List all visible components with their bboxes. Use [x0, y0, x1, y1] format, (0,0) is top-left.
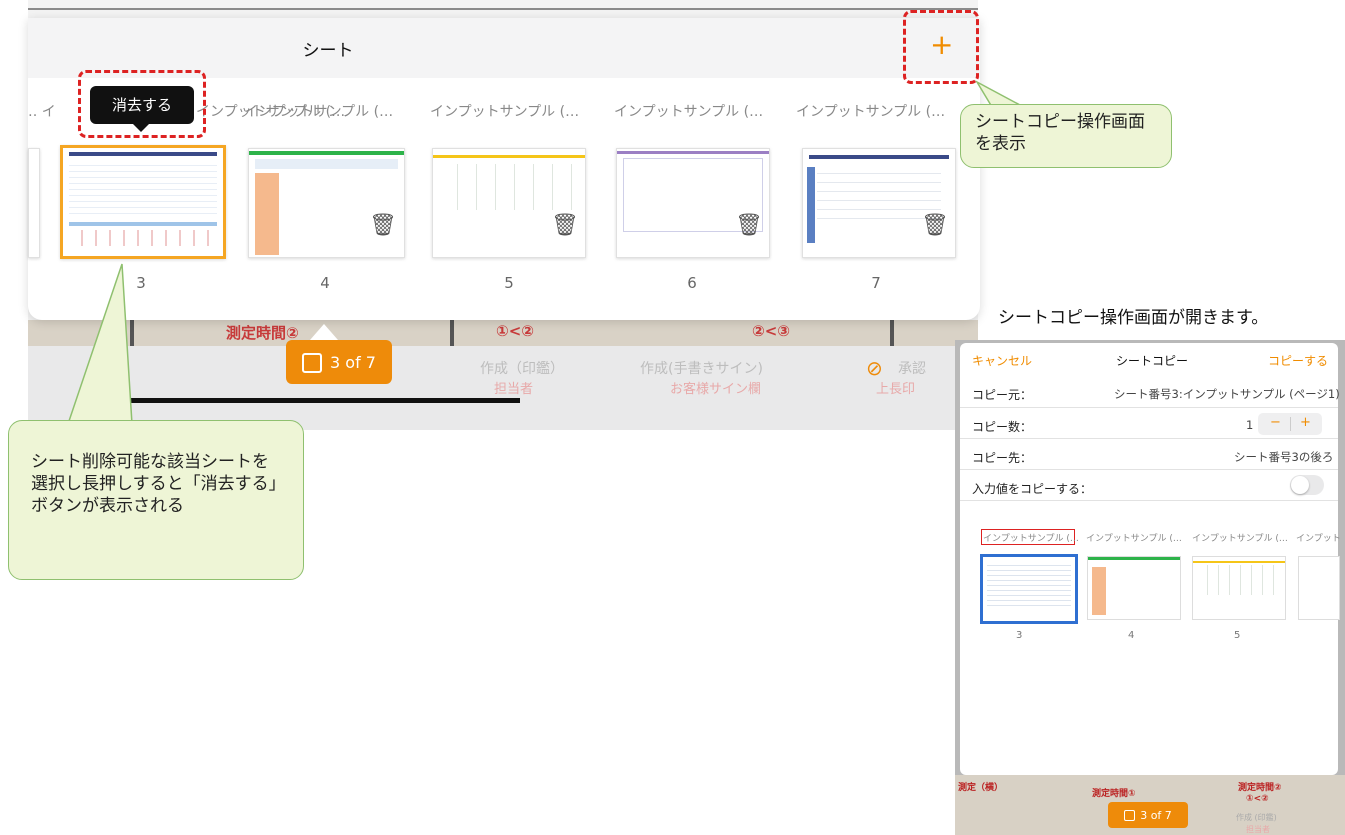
- bg-cell-label: 測定時間①: [1092, 789, 1136, 799]
- copy-sheet-thumbnail[interactable]: [1087, 556, 1181, 620]
- sheet-label: ‥ イ: [28, 104, 56, 120]
- sheets-icon: [1124, 809, 1136, 821]
- delete-sheet-button[interactable]: 消去する: [90, 86, 194, 124]
- copy-sheet-number: 4: [1128, 630, 1135, 641]
- tooltip-arrow: [132, 123, 150, 132]
- delete-disabled-icon: 🗑: [921, 213, 949, 238]
- counter-pointer: [310, 320, 338, 340]
- thumb-side-column: [255, 173, 279, 255]
- copy-destination-value: シート番号3の後ろ: [1234, 450, 1334, 464]
- toggle-knob: [1291, 476, 1309, 494]
- copy-count-value: 1: [1246, 418, 1254, 432]
- cancel-button[interactable]: キャンセル: [972, 352, 1032, 369]
- stepper-divider: [1290, 417, 1291, 431]
- sheet-label: インプットサンプル (…: [244, 104, 394, 120]
- background-cell-label: ②<③: [752, 322, 790, 340]
- background-gridline: [28, 8, 978, 10]
- sheet-panel-title: シート: [302, 41, 354, 61]
- copy-count-label: コピー数：: [972, 420, 1033, 434]
- thumb-row: [255, 159, 398, 169]
- thumb-header-bar: [69, 152, 217, 156]
- bg-footer-text: 作成 (印鑑): [1236, 813, 1277, 822]
- copy-sheet-thumbnail-selected[interactable]: [980, 554, 1078, 624]
- footer-col-sub: 担当者: [494, 382, 534, 397]
- copy-sheet-label: インプットサンプル (…: [1192, 534, 1288, 544]
- copy-sheet-label: インプット: [1296, 534, 1341, 544]
- sheet-label: インプットサンプル (…: [796, 104, 946, 120]
- copy-dialog-title: シートコピー: [1116, 354, 1189, 368]
- copy-sheet-label: インプットサンプル (…: [1086, 534, 1182, 544]
- sheets-icon: [302, 353, 323, 373]
- thumb-grid: [69, 160, 217, 218]
- thumb-header-bar: [809, 155, 949, 159]
- delete-disabled-icon: 🗑: [735, 213, 763, 238]
- sheet-number: 4: [320, 274, 330, 292]
- sheet-thumbnail[interactable]: [28, 148, 40, 258]
- sheet-label: インプットサンプル (…: [614, 104, 764, 120]
- copy-sheet-number: 3: [1016, 630, 1023, 641]
- thumb-grid: [987, 561, 1071, 609]
- copy-source-value: シート番号3:インプットサンプル (ページ1): [1114, 387, 1340, 401]
- stepper-plus[interactable]: +: [1300, 415, 1311, 430]
- copy-values-label: 入力値をコピーする：: [972, 482, 1093, 496]
- delete-disabled-icon: 🗑: [551, 213, 579, 238]
- sheet-thumbnail[interactable]: 🗑: [802, 148, 956, 258]
- copy-count-stepper[interactable]: − +: [1258, 413, 1322, 435]
- thumb-grid: [1197, 565, 1281, 595]
- copy-screen-note: シートコピー操作画面が開きます。: [998, 308, 1269, 328]
- thumb-grid: [439, 164, 579, 210]
- bg-cell-label: 測定時間②: [1238, 783, 1282, 793]
- background-cell-label: ①<②: [496, 322, 534, 340]
- sheet-thumbnail[interactable]: 🗑: [248, 148, 405, 258]
- copy-screen-counter-label: 3 of 7: [1140, 808, 1172, 822]
- copy-sheet-thumbnail[interactable]: [1192, 556, 1286, 620]
- bg-footer-text: 担当者: [1246, 825, 1270, 834]
- copy-hint-callout: シートコピー操作画面を表示: [960, 104, 1172, 168]
- copy-destination-label: コピー先：: [972, 451, 1033, 465]
- background-cell-divider: [450, 320, 454, 346]
- sheet-thumbnail-selected[interactable]: [60, 145, 226, 259]
- delete-disabled-icon: 🗑: [369, 213, 397, 238]
- sheet-thumbnail[interactable]: 🗑: [432, 148, 586, 258]
- thumb-header-bar: [617, 151, 769, 154]
- copy-screen-counter[interactable]: 3 of 7: [1108, 802, 1188, 828]
- thumb-footer: [69, 230, 217, 246]
- copy-sheet-label: インプットサンプル (…: [983, 534, 1079, 544]
- add-sheet-button[interactable]: +: [930, 30, 953, 60]
- footer-col-sub: 上長印: [876, 382, 916, 397]
- callout-pointer: [67, 263, 133, 424]
- thumb-header-bar: [1193, 561, 1285, 563]
- approve-check-icon: ⊘: [866, 356, 883, 380]
- delete-hint-callout: シート削除可能な該当シートを選択し長押しすると「消去する」ボタンが表示される: [8, 420, 304, 580]
- thumb-header-bar: [249, 151, 404, 155]
- copy-sheet-thumbnail[interactable]: [1298, 556, 1340, 620]
- thumb-side-column: [1092, 567, 1106, 615]
- footer-col-title: 承認: [898, 361, 926, 377]
- footer-col-sub: お客様サイン欄: [670, 382, 762, 397]
- sheet-counter-button[interactable]: 3 of 7: [286, 340, 392, 384]
- copy-source-label: コピー元：: [972, 388, 1033, 402]
- background-cell-divider: [890, 320, 894, 346]
- copy-sheet-number: 5: [1234, 630, 1241, 641]
- footer-col-title: 作成(手書きサイン): [640, 361, 763, 377]
- thumb-header-bar: [433, 155, 585, 158]
- thumb-band: [69, 222, 217, 226]
- sheet-number: 7: [871, 274, 881, 292]
- bg-cell-label: ①<②: [1246, 794, 1269, 804]
- stepper-minus[interactable]: −: [1270, 415, 1281, 430]
- copy-values-toggle[interactable]: [1290, 475, 1324, 495]
- sheet-thumbnail[interactable]: 🗑: [616, 148, 770, 258]
- copy-button[interactable]: コピーする: [1268, 352, 1328, 369]
- background-dark-bar: [130, 398, 520, 403]
- thumb-side-column: [807, 167, 815, 243]
- bg-cell-label: 測定（横）: [958, 783, 1004, 793]
- sheet-counter-label: 3 of 7: [330, 352, 376, 372]
- sheet-number: 5: [504, 274, 514, 292]
- sheet-number: 6: [687, 274, 697, 292]
- footer-col-title: 作成（印鑑）: [480, 361, 564, 377]
- thumb-header-bar: [1088, 557, 1180, 560]
- background-cell-label: 測定時間②: [226, 324, 299, 342]
- sheet-label: インプットサンプル (…: [430, 104, 580, 120]
